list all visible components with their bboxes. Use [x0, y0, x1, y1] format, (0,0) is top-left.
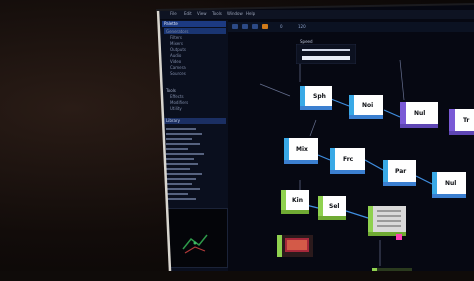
- node-partial[interactable]: [372, 262, 412, 271]
- node-image[interactable]: [277, 235, 313, 261]
- node-sph[interactable]: Sph: [300, 86, 332, 114]
- node-tr[interactable]: Tr: [449, 109, 474, 139]
- node-tr-body: [449, 109, 474, 135]
- flag-icon[interactable]: [396, 234, 402, 240]
- node-kin[interactable]: Kin: [281, 190, 309, 218]
- node-kin-label: Kin: [292, 197, 303, 204]
- node-par[interactable]: Par: [383, 160, 416, 190]
- node-frc[interactable]: Frc: [330, 148, 365, 178]
- node-mix[interactable]: Mix: [284, 138, 318, 168]
- node-nul-1-label: Nul: [414, 110, 426, 117]
- node-nul-1[interactable]: Nul: [400, 102, 438, 132]
- node-nul-2[interactable]: Nul: [432, 172, 466, 202]
- node-sel-label: Sel: [329, 203, 340, 210]
- node-tr-label: Tr: [463, 117, 470, 124]
- node-noi-label: Noi: [362, 102, 374, 109]
- node-par-label: Par: [395, 168, 407, 175]
- node-sel[interactable]: Sel: [318, 196, 346, 224]
- node-partial-body: [372, 268, 412, 271]
- node-nul-2-label: Nul: [445, 180, 457, 187]
- node-frc-label: Frc: [343, 156, 354, 163]
- node-table-body: [368, 206, 406, 236]
- node-sph-label: Sph: [313, 93, 326, 100]
- node-table[interactable]: [368, 206, 406, 240]
- node-mix-label: Mix: [296, 146, 308, 153]
- node-noi[interactable]: Noi: [349, 95, 383, 123]
- node-image-body: [277, 235, 313, 257]
